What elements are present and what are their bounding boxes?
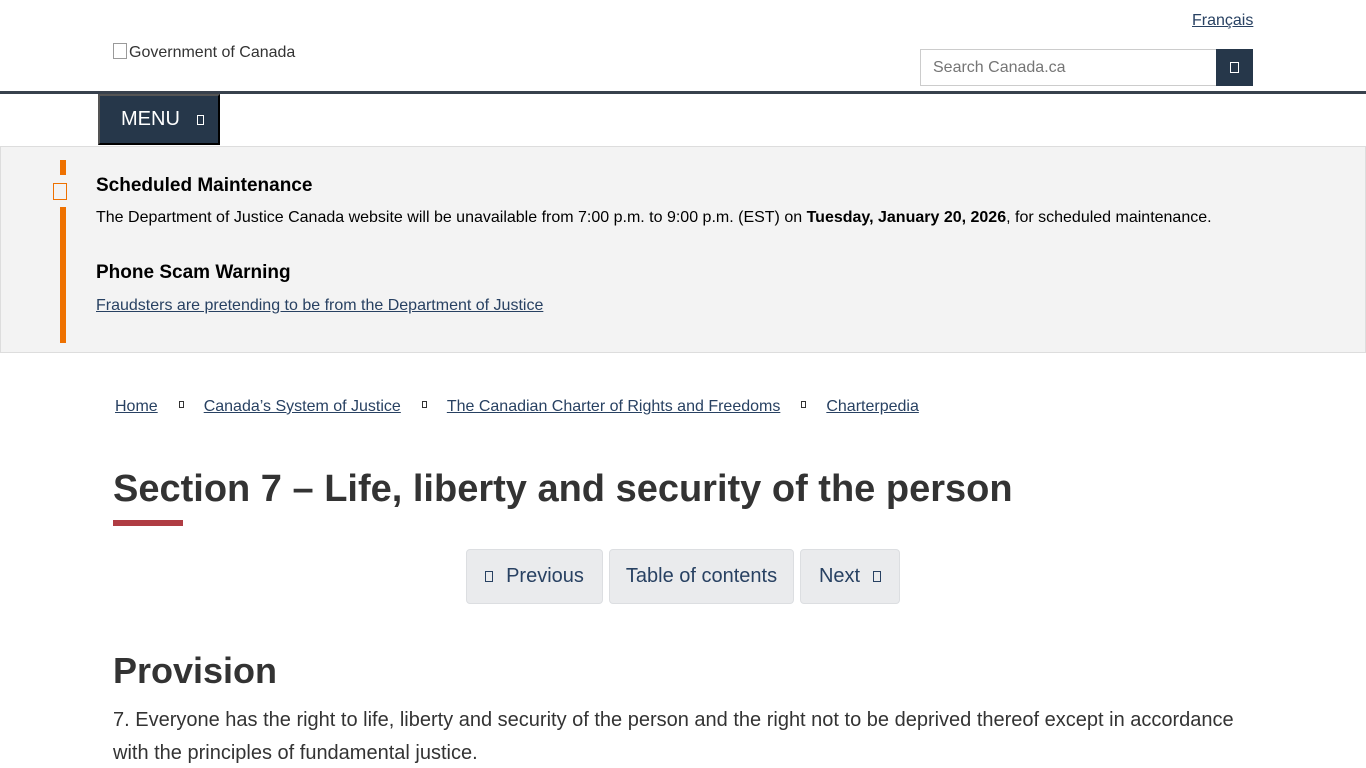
maintenance-text-after: , for scheduled maintenance. <box>1006 209 1212 226</box>
next-label: Next <box>818 565 861 587</box>
menu-label: MENU <box>121 108 180 130</box>
search-icon <box>1230 62 1239 73</box>
previous-label: Previous <box>506 565 584 587</box>
maintenance-text: The Department of Justice Canada website… <box>96 209 1212 227</box>
toc-label: Table of contents <box>625 565 778 587</box>
chevron-right-icon <box>873 571 882 582</box>
previous-button[interactable]: Previous <box>466 549 603 604</box>
maintenance-text-before: The Department of Justice Canada website… <box>96 209 807 226</box>
scam-warning-link[interactable]: Fraudsters are pretending to be from the… <box>96 297 543 315</box>
scam-warning-title: Phone Scam Warning <box>96 262 291 283</box>
provision-text: 7. Everyone has the right to life, liber… <box>113 709 1234 764</box>
breadcrumb-charter[interactable]: The Canadian Charter of Rights and Freed… <box>447 398 781 416</box>
breadcrumb-home[interactable]: Home <box>115 398 158 416</box>
warning-icon <box>53 183 67 200</box>
maintenance-date: Tuesday, January 20, 2026 <box>806 209 1007 226</box>
next-button[interactable]: Next <box>800 549 900 604</box>
chevron-left-icon <box>485 571 494 582</box>
breadcrumb: Home Canada’s System of Justice The Cana… <box>115 398 919 416</box>
alert-accent-bar-top <box>60 160 66 175</box>
chevron-right-icon <box>178 400 184 408</box>
government-logo[interactable]: Government of Canada <box>113 43 296 62</box>
title-underline <box>113 520 183 526</box>
search-input[interactable] <box>920 49 1217 86</box>
menu-button[interactable]: MENU <box>98 94 220 145</box>
chevron-right-icon <box>421 400 427 408</box>
breadcrumb-system-of-justice[interactable]: Canada’s System of Justice <box>204 398 401 416</box>
language-toggle-link[interactable]: Français <box>1192 12 1253 30</box>
search-button[interactable] <box>1216 49 1253 86</box>
chevron-down-icon <box>196 114 204 125</box>
provision-heading: Provision <box>113 650 278 691</box>
logo-alt-text: Government of Canada <box>129 44 296 61</box>
chevron-right-icon <box>801 400 807 408</box>
table-of-contents-button[interactable]: Table of contents <box>609 549 794 604</box>
alert-accent-bar <box>60 207 66 343</box>
maintenance-title: Scheduled Maintenance <box>96 175 313 196</box>
breadcrumb-charterpedia[interactable]: Charterpedia <box>826 398 919 416</box>
page-title: Section 7 – Life, liberty and security o… <box>113 468 1013 510</box>
broken-image-icon <box>113 43 127 59</box>
